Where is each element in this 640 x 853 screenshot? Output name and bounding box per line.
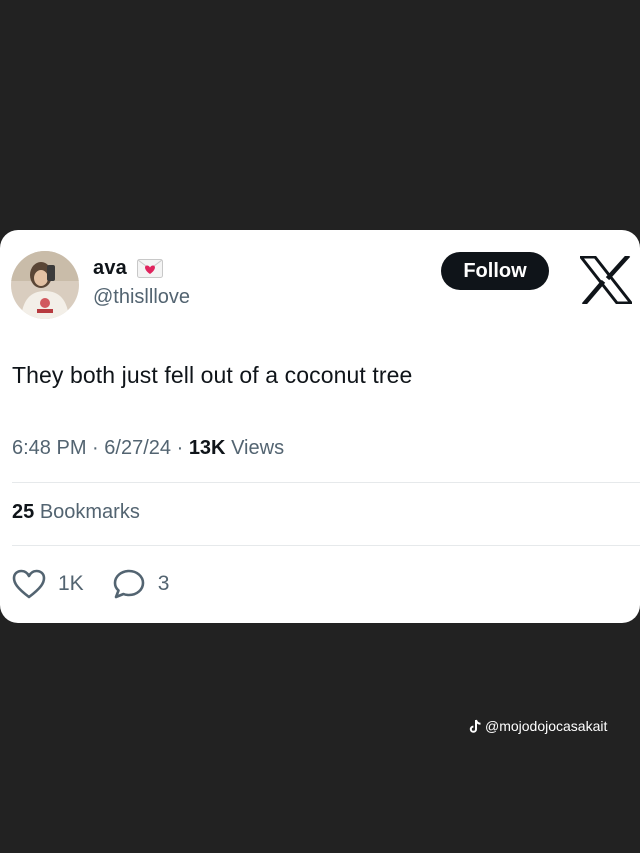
reply-bubble-icon — [113, 569, 144, 599]
divider — [12, 482, 640, 483]
tweet-meta: 6:48 PM · 6/27/24 · 13K Views — [12, 437, 284, 460]
watermark-handle: @mojodojocasakait — [485, 718, 608, 734]
views-label: Views — [231, 437, 285, 459]
tweet-time[interactable]: 6:48 PM — [12, 437, 86, 459]
bookmarks-stat[interactable]: 25 Bookmarks — [12, 501, 140, 524]
follow-button[interactable]: Follow — [441, 252, 549, 290]
reply-count: 3 — [157, 572, 170, 595]
author-name-row: ava — [93, 257, 163, 280]
bookmarks-count: 25 — [12, 501, 35, 523]
tweet-date[interactable]: 6/27/24 — [104, 437, 171, 459]
screenshot-page: ava @thislllove Follow They both just fe… — [0, 0, 640, 853]
author-handle[interactable]: @thislllove — [93, 286, 190, 309]
tiktok-watermark: @mojodojocasakait — [469, 718, 607, 734]
x-logo-icon[interactable] — [580, 256, 632, 304]
avatar[interactable] — [11, 251, 79, 319]
tiktok-icon — [469, 719, 481, 733]
envelope-with-heart-icon — [136, 259, 163, 278]
bookmarks-label: Bookmarks — [39, 501, 140, 523]
tweet-text: They both just fell out of a coconut tre… — [12, 362, 413, 388]
meta-separator: · — [92, 437, 99, 459]
meta-separator: · — [176, 437, 184, 459]
like-button[interactable]: 1K — [12, 569, 84, 599]
divider — [12, 545, 640, 546]
avatar-photo — [11, 251, 79, 319]
reply-button[interactable]: 3 — [112, 568, 170, 600]
tweet-card: ava @thislllove Follow They both just fe… — [0, 230, 640, 623]
tweet-actions: 1K 3 — [12, 566, 197, 602]
heart-icon — [12, 569, 46, 599]
author-display-name[interactable]: ava — [93, 257, 127, 280]
views-count: 13K — [188, 437, 226, 459]
like-count: 1K — [58, 572, 84, 595]
